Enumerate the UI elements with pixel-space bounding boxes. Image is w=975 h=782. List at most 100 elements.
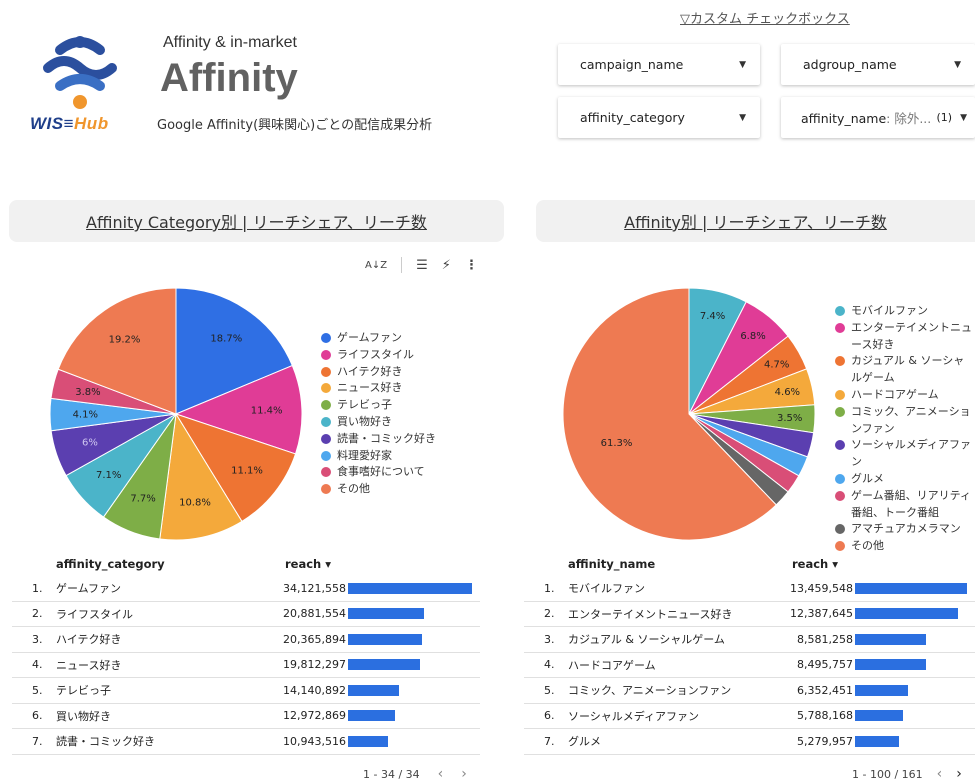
row-value: 12,972,869 [283,709,346,723]
table-row[interactable]: 3. カジュアル & ソーシャルゲーム 8,581,258 [524,627,975,653]
legend-item[interactable]: アマチュアカメラマン [835,521,975,538]
legend-swatch [321,400,331,411]
row-name: ハードコアゲーム [568,658,656,672]
legend-swatch [321,450,331,461]
more-icon[interactable]: ⋮ [465,258,478,273]
filter-count: (1) [936,111,953,124]
toolbar-divider [401,257,403,273]
row-value: 20,365,894 [283,632,346,646]
table-row[interactable]: 2. エンターテイメントニュース好き 12,387,645 [524,602,975,627]
legend-label: エンターテイメントニュース好き [851,320,972,351]
sort-icon[interactable]: A↓Z [365,260,387,271]
table-row[interactable]: 5. テレビっ子 14,140,892 [12,678,480,704]
table-row[interactable]: 7. グルメ 5,279,957 [524,729,975,755]
affinity-category-filter[interactable]: affinity_category ▼ [558,97,760,138]
table-row[interactable]: 4. ニュース好き 19,812,297 [12,653,480,678]
right-legend: モバイルファンエンターテイメントニュース好き カジュアル & ソーシャルゲーム ハー… [835,303,975,555]
table-row[interactable]: 1. モバイルファン 13,459,548 [524,576,975,602]
pie-label: 10.8% [179,498,211,509]
reach-bar [855,633,926,645]
row-index: 4. [32,658,43,672]
custom-checkbox-link[interactable]: ▽カスタム チェックボックス [680,8,850,27]
row-index: 4. [544,658,555,672]
table-header: affinity_category reach ▾ [12,552,480,576]
legend-swatch [835,473,845,484]
column-header-category[interactable]: affinity_category [56,557,285,571]
page-range: 1 - 100 / 161 [852,767,923,781]
column-header-reach[interactable]: reach ▾ [792,557,975,571]
table-row[interactable]: 3. ハイテク好き 20,365,894 [12,627,480,653]
prev-page-icon[interactable]: ‹ [438,766,444,782]
row-index: 3. [32,632,43,646]
column-header-affinity-name[interactable]: affinity_name [568,557,792,571]
next-page-icon[interactable]: › [956,766,962,782]
table-row[interactable]: 2. ライフスタイル 20,881,554 [12,602,480,627]
pie-label: 19.2% [109,334,141,345]
table-row[interactable]: 7. 読書・コミック好き 10,943,516 [12,729,480,755]
row-name: テレビっ子 [56,684,111,698]
legend-swatch [321,383,331,394]
wisehub-logo-icon [43,36,117,109]
legend-item[interactable]: テレビっ子 [321,397,471,414]
row-index: 7. [32,734,43,748]
pie-label: 4.1% [73,409,98,420]
legend-label: その他 [337,482,370,496]
legend-item[interactable]: ニュース好き [321,380,471,397]
row-value: 8,495,757 [797,658,853,672]
legend-item[interactable]: 読書・コミック好き [321,431,471,448]
row-value: 5,279,957 [797,734,853,748]
legend-item[interactable]: コミック、アニメーションファン [835,404,975,438]
row-value: 13,459,548 [790,581,853,595]
legend-item[interactable]: ゲーム番組、リアリティ番組、トーク番組 [835,488,975,522]
filter-icon[interactable]: ☰ [416,258,428,273]
reach-bar [855,684,908,696]
pie-label: 11.4% [251,406,283,417]
affinity-name-filter[interactable]: affinity_name: 除外... (1) ▼ [781,97,975,138]
row-index: 3. [544,632,555,646]
row-name: 買い物好き [56,709,111,723]
legend-label: モバイルファン [851,304,928,317]
pie-label: 18.7% [210,334,242,345]
row-name: ライフスタイル [56,607,133,621]
legend-item[interactable]: ライフスタイル [321,347,471,364]
legend-item[interactable]: ゲームファン [321,330,471,347]
legend-item[interactable]: その他 [321,481,471,498]
table-row[interactable]: 5. コミック、アニメーションファン 6,352,451 [524,678,975,704]
row-value: 34,121,558 [283,581,346,595]
legend-item[interactable]: ハイテク好き [321,364,471,381]
legend-item[interactable]: カジュアル & ソーシャルゲーム [835,353,975,387]
legend-item[interactable]: グルメ [835,471,975,488]
page-title: Affinity [160,56,298,100]
legend-label: 買い物好き [337,414,392,428]
prev-page-icon[interactable]: ‹ [937,766,943,782]
campaign-name-filter[interactable]: campaign_name ▼ [558,44,760,85]
legend-swatch [835,322,845,333]
legend-item[interactable]: エンターテイメントニュース好き [835,320,975,354]
affinity-category-table: affinity_category reach ▾ 1. ゲームファン 34,121… [12,552,480,755]
row-name: グルメ [568,735,601,749]
legend-swatch [321,333,331,343]
table-row[interactable]: 6. 買い物好き 12,972,869 [12,704,480,729]
legend-item[interactable]: 料理愛好家 [321,448,471,465]
adgroup-name-filter[interactable]: adgroup_name ▼ [781,44,975,85]
legend-item[interactable]: ソーシャルメディアファン [835,437,975,471]
row-value: 20,881,554 [283,607,346,621]
bolt-icon[interactable]: ⚡ [442,258,451,273]
legend-swatch [835,389,845,400]
legend-label: 読書・コミック好き [337,431,436,445]
table-row[interactable]: 4. ハードコアゲーム 8,495,757 [524,653,975,678]
legend-item[interactable]: 食事嗜好について [321,464,471,481]
legend-item[interactable]: 買い物好き [321,414,471,431]
legend-item[interactable]: ハードコアゲーム [835,387,975,404]
affinity-category-pie-chart: 18.7% 11.4% 11.1% 10.8% 7.7% 7.1% 6% 4.1% 3.8% 19… [49,287,303,541]
table-row[interactable]: 1. ゲームファン 34,121,558 [12,576,480,602]
table-row[interactable]: 6. ソーシャルメディアファン 5,788,168 [524,704,975,729]
pie-label: 7.7% [130,494,155,505]
column-header-reach[interactable]: reach ▾ [285,557,480,571]
reach-bar [855,710,903,722]
row-index: 6. [32,709,43,723]
legend-item[interactable]: モバイルファン [835,303,975,320]
legend-swatch [835,541,845,552]
next-page-icon[interactable]: › [461,766,467,782]
report-subtitle: Affinity & in-market [163,34,297,51]
